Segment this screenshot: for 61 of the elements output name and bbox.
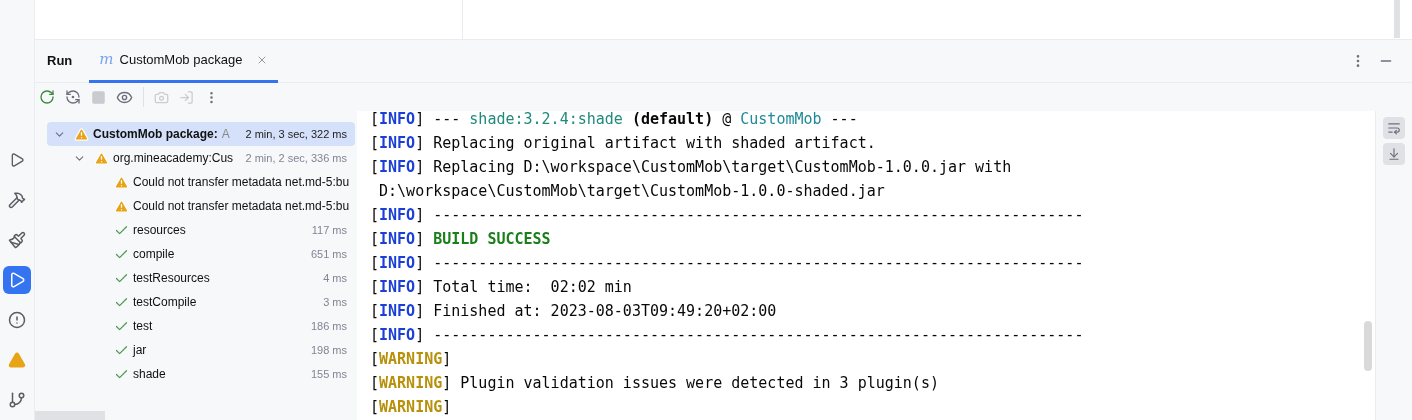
tree-label: CustomMob package: — [93, 126, 218, 143]
console-line: [INFO] ------------------------------------------------------------------------ — [370, 205, 1085, 226]
scrollbar[interactable] — [35, 411, 105, 420]
console-line: [WARNING] — [370, 397, 453, 418]
console-line: [INFO] Replacing D:\workspace\CustomMob\target\CustomMob-1.0.0.jar with — [370, 157, 1013, 178]
console-line: [INFO] ------------------------------------------------------------------------ — [370, 253, 1085, 274]
console-line: D:\workspace\CustomMob\target\CustomMob-1.0.0-shaded.jar — [378, 181, 886, 202]
tree-item[interactable]: compile 651 ms — [47, 242, 355, 266]
rerun-icon[interactable] — [39, 89, 55, 105]
camera-icon[interactable] — [154, 89, 169, 105]
console-line: [INFO] ------------------------------------------------------------------------ — [370, 325, 1085, 346]
run-tab[interactable]: m CustomMob package — [89, 39, 279, 83]
duration-label: 3 ms — [323, 294, 347, 310]
rerun-failed-icon[interactable] — [65, 89, 81, 105]
tree-item[interactable]: testCompile 3 ms — [47, 290, 355, 314]
duration-label: 186 ms — [310, 318, 347, 334]
duration-label: 2 min, 3 sec, 322 ms — [245, 126, 347, 142]
tree-label: jar — [133, 342, 147, 359]
tree-label-suffix: A — [221, 126, 230, 143]
tree-label: resources — [133, 222, 186, 239]
tree-label: test — [133, 318, 153, 335]
tree-label: Could not transfer metadata net.md-5:bu — [133, 198, 350, 215]
console-line: [INFO] BUILD SUCCESS — [370, 229, 552, 250]
tool-window-title: Run — [47, 52, 73, 71]
tree-item[interactable]: Could not transfer metadata net.md-5:bu — [47, 194, 355, 218]
tree-label: testResources — [133, 270, 210, 287]
tree-item[interactable]: testResources 4 ms — [47, 266, 355, 290]
console-line: [INFO] Replacing original artifact with shaded artifact. — [370, 133, 877, 154]
maven-icon: m — [99, 48, 114, 71]
tree-label: Could not transfer metadata net.md-5:bu — [133, 174, 350, 191]
tree-label: testCompile — [133, 294, 197, 311]
duration-label: 651 ms — [310, 246, 347, 262]
stop-icon[interactable] — [91, 89, 106, 105]
tree-label: shade — [133, 366, 166, 383]
console-line: [INFO] Total time: 02:02 min — [370, 277, 633, 298]
tree-item[interactable]: shade 155 ms — [47, 362, 355, 386]
tree-item[interactable]: Could not transfer metadata net.md-5:bu — [47, 170, 355, 194]
soft-wrap-button[interactable] — [1383, 117, 1405, 139]
console-line: [INFO] --- shade:3.2.4:shade (default) @ CustomMob --- — [370, 111, 859, 130]
tree-item[interactable]: jar 198 ms — [47, 338, 355, 362]
console-line: [INFO] Finished at: 2023-08-03T09:49:20+02:00 — [370, 301, 778, 322]
scrollbar[interactable] — [1364, 321, 1372, 371]
tree-item[interactable]: CustomMob package: A 2 min, 3 sec, 322 ms — [47, 122, 355, 146]
duration-label: 198 ms — [310, 342, 347, 358]
tree-label: org.mineacademy:Cus — [113, 150, 234, 167]
duration-label: 2 min, 2 sec, 336 ms — [245, 150, 347, 166]
tree-label: compile — [133, 246, 175, 263]
tree-item[interactable]: test 186 ms — [47, 314, 355, 338]
console-line: [WARNING] Plugin validation issues were detected in 3 plugin(s) — [370, 373, 940, 394]
duration-label: 155 ms — [310, 366, 347, 382]
run-icon[interactable] — [3, 266, 31, 294]
tree-item[interactable]: org.mineacademy:Cus 2 min, 2 sec, 336 ms — [47, 146, 355, 170]
wrap-icon — [1387, 121, 1401, 135]
tree-item[interactable]: resources 117 ms — [47, 218, 355, 242]
console-line: [WARNING] — [370, 349, 453, 370]
scroll-down-icon — [1387, 147, 1401, 161]
scroll-to-end-button[interactable] — [1383, 143, 1405, 165]
duration-label: 117 ms — [311, 222, 347, 238]
import-icon[interactable] — [179, 89, 194, 105]
tab-label: CustomMob package — [119, 50, 243, 69]
duration-label: 4 ms — [323, 270, 347, 286]
